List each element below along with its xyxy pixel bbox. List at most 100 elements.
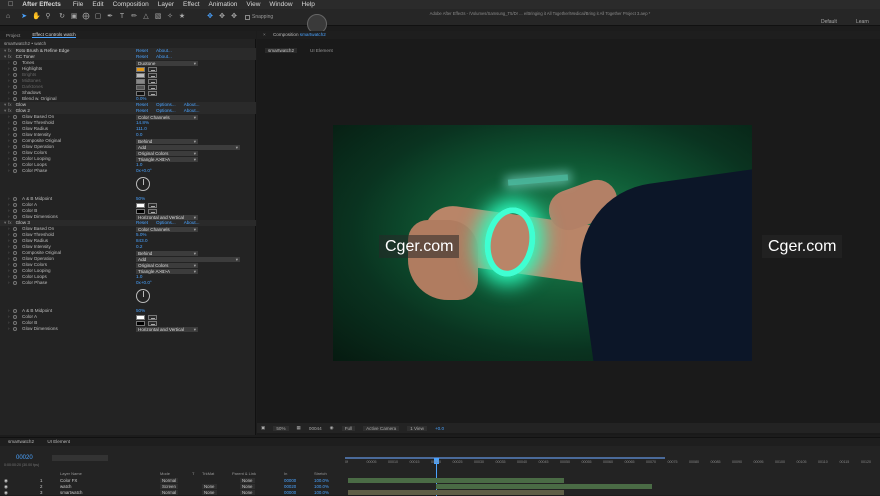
layer-bar-color-fx[interactable]	[348, 478, 564, 483]
effect-link-reset[interactable]: Reset	[136, 220, 148, 225]
effect-link-reset[interactable]: Reset	[136, 54, 148, 59]
effect-link-reset[interactable]: Reset	[136, 108, 148, 113]
eyedropper-icon[interactable]	[148, 320, 157, 326]
eraser-tool-icon[interactable]: ▧	[154, 13, 162, 21]
menu-file[interactable]: File	[73, 1, 83, 8]
effect-link-about[interactable]: About...	[156, 54, 172, 59]
property-dropdown[interactable]: Triangle A>B>A	[136, 268, 198, 274]
property-dropdown[interactable]: Original Colors	[136, 262, 198, 268]
stopwatch-icon[interactable]	[13, 67, 17, 71]
eyedropper-icon[interactable]	[148, 208, 157, 214]
property-twirl-icon[interactable]: ›	[8, 326, 10, 332]
flow-tab-smartwatch2[interactable]: smartwatch2	[265, 48, 298, 53]
property-dropdown[interactable]: Original Colors	[136, 150, 198, 156]
stopwatch-icon[interactable]	[13, 269, 17, 273]
stopwatch-icon[interactable]	[13, 97, 17, 101]
effect-link-about[interactable]: About...	[156, 48, 172, 53]
timecode-display[interactable]: 00044	[309, 426, 322, 431]
col-t[interactable]: T	[192, 471, 194, 476]
effect-link-reset[interactable]: Reset	[136, 48, 148, 53]
stopwatch-icon[interactable]	[13, 275, 17, 279]
layer-stretch[interactable]: 100.0%	[314, 478, 329, 483]
col-mode[interactable]: Mode	[160, 471, 170, 476]
color-swatch[interactable]	[136, 320, 145, 326]
stopwatch-icon[interactable]	[13, 139, 17, 143]
axis-view-icon[interactable]: ✥	[230, 13, 238, 21]
phase-dial-knob[interactable]	[136, 177, 150, 191]
layer-mode-dropdown[interactable]: Normal	[160, 490, 179, 495]
effect-link-options[interactable]: Options...	[156, 220, 176, 225]
stopwatch-icon[interactable]	[13, 281, 17, 285]
stopwatch-icon[interactable]	[13, 85, 17, 89]
apple-icon[interactable]: 	[8, 1, 13, 8]
axis-world-icon[interactable]: ✥	[218, 13, 226, 21]
rectangle-tool-icon[interactable]: ▢	[94, 13, 102, 21]
axis-local-icon[interactable]: ✥	[206, 13, 214, 21]
workspace-learn[interactable]: Learn	[856, 19, 869, 25]
menu-view[interactable]: View	[246, 1, 260, 8]
resolution-dropdown[interactable]: Full	[341, 425, 356, 431]
stopwatch-icon[interactable]	[13, 309, 17, 313]
stopwatch-icon[interactable]	[13, 245, 17, 249]
selection-tool-icon[interactable]: ➤	[20, 13, 28, 21]
property-dropdown[interactable]: Color Channels	[136, 226, 198, 232]
stopwatch-icon[interactable]	[13, 127, 17, 131]
stopwatch-icon[interactable]	[13, 215, 17, 219]
stopwatch-icon[interactable]	[13, 163, 17, 167]
col-trkmat[interactable]: TrkMat	[202, 471, 214, 476]
eyedropper-icon[interactable]	[148, 202, 157, 208]
pan-behind-tool-icon[interactable]: ⨁	[82, 13, 90, 21]
color-swatch[interactable]	[136, 84, 145, 90]
layer-trkmat-dropdown[interactable]: None	[202, 490, 217, 495]
visibility-eye-icon[interactable]: ◉	[4, 490, 8, 496]
phase-dial-knob[interactable]	[136, 289, 150, 303]
stopwatch-icon[interactable]	[13, 251, 17, 255]
color-swatch[interactable]	[136, 78, 145, 84]
zoom-tool-icon[interactable]: ⚲	[44, 13, 52, 21]
layer-name[interactable]: watch	[60, 484, 71, 489]
brush-tool-icon[interactable]: ✏	[130, 13, 138, 21]
property-dropdown[interactable]: Color Channels	[136, 114, 198, 120]
tab-project[interactable]: Project	[6, 33, 20, 38]
fx-toggle-icon[interactable]: fx	[8, 102, 12, 107]
stopwatch-icon[interactable]	[13, 79, 17, 83]
timeline-tab-smartwatch2[interactable]: smartwatch2	[8, 439, 34, 444]
property-dropdown[interactable]: Horizontal and Vertical	[136, 214, 198, 220]
stopwatch-icon[interactable]	[13, 133, 17, 137]
property-dropdown[interactable]: Duotone	[136, 60, 198, 66]
menu-layer[interactable]: Layer	[158, 1, 174, 8]
current-timecode[interactable]: 00020	[16, 455, 33, 461]
layer-parent-dropdown[interactable]: None	[240, 478, 255, 483]
pen-tool-icon[interactable]: ✒	[106, 13, 114, 21]
effect-link-about[interactable]: About...	[184, 108, 200, 113]
color-swatch[interactable]	[136, 314, 145, 320]
stopwatch-icon[interactable]	[13, 239, 17, 243]
menu-window[interactable]: Window	[269, 1, 292, 8]
stopwatch-icon[interactable]	[13, 321, 17, 325]
workspace-default[interactable]: Default	[821, 19, 837, 25]
type-tool-icon[interactable]: T	[118, 13, 126, 21]
menu-composition[interactable]: Composition	[113, 1, 149, 8]
stopwatch-icon[interactable]	[13, 73, 17, 77]
layer-parent-dropdown[interactable]: None	[240, 490, 255, 495]
layer-stretch[interactable]: 100.0%	[314, 484, 329, 489]
eyedropper-icon[interactable]	[148, 78, 157, 84]
snapshot-icon[interactable]: ▣	[261, 425, 265, 431]
effect-link-about[interactable]: About...	[184, 102, 200, 107]
stopwatch-icon[interactable]	[13, 91, 17, 95]
property-dropdown[interactable]: Add	[136, 256, 240, 262]
property-dropdown[interactable]: Behind	[136, 250, 198, 256]
stopwatch-icon[interactable]	[13, 257, 17, 261]
layer-name[interactable]: smartwatch	[60, 490, 82, 495]
property-dropdown[interactable]: Horizontal and Vertical	[136, 326, 198, 332]
camera-snapshot-icon[interactable]: ◉	[330, 425, 334, 431]
color-swatch[interactable]	[136, 90, 145, 96]
color-swatch[interactable]	[136, 66, 145, 72]
timeline-tab-ui-element[interactable]: UI Element	[47, 439, 70, 444]
property-dropdown[interactable]: Add	[136, 144, 240, 150]
layer-name[interactable]: Color FX	[60, 478, 77, 483]
exposure-value[interactable]: +0.0	[435, 426, 444, 431]
col-in[interactable]: In	[284, 471, 287, 476]
layer-parent-dropdown[interactable]: None	[240, 484, 255, 489]
layer-bar-smartwatch[interactable]	[348, 490, 564, 495]
